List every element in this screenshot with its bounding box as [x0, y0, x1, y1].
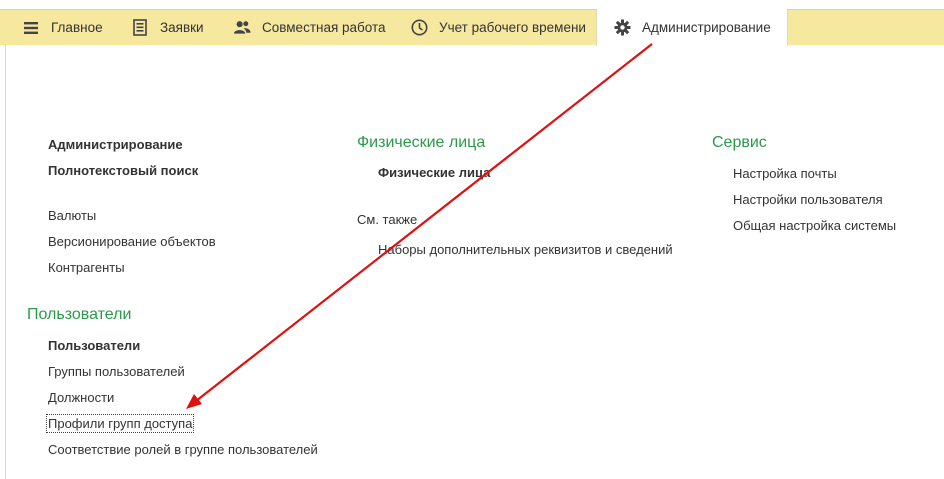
- link-counterparties[interactable]: Контрагенты: [48, 260, 125, 275]
- see-also-label: См. также: [357, 212, 418, 227]
- clock-icon: [410, 19, 428, 37]
- users-icon: [233, 19, 251, 37]
- link-access-group-profiles[interactable]: Профили групп доступа: [45, 414, 195, 433]
- tab-label: Заявки: [160, 20, 204, 35]
- tab-administration[interactable]: Администрирование: [596, 9, 788, 46]
- link-fulltext-search[interactable]: Полнотекстовый поиск: [48, 163, 198, 178]
- section-tab-bar: Главное Заявки Совместная работа Учет ра…: [0, 9, 944, 46]
- link-role-mapping[interactable]: Соответствие ролей в группе пользователе…: [48, 442, 318, 457]
- link-mail-settings[interactable]: Настройка почты: [733, 166, 837, 181]
- section-header-users: Пользователи: [27, 306, 132, 323]
- link-persons[interactable]: Физические лица: [378, 165, 490, 180]
- content-left-border: [5, 44, 6, 479]
- link-user-groups[interactable]: Группы пользователей: [48, 364, 185, 379]
- tab-label: Совместная работа: [262, 20, 386, 35]
- tab-label: Учет рабочего времени: [439, 20, 586, 35]
- link-currencies[interactable]: Валюты: [48, 208, 96, 223]
- tab-label: Администрирование: [642, 20, 771, 35]
- tab-time-tracking[interactable]: Учет рабочего времени: [410, 10, 586, 45]
- link-object-versioning[interactable]: Версионирование объектов: [48, 234, 216, 249]
- link-system-settings[interactable]: Общая настройка системы: [733, 218, 896, 233]
- link-user-settings[interactable]: Настройки пользователя: [733, 192, 883, 207]
- tab-main[interactable]: Главное: [22, 10, 103, 45]
- tab-label: Главное: [51, 20, 103, 35]
- section-header-persons: Физические лица: [357, 134, 486, 151]
- section-header-service: Сервис: [712, 134, 767, 151]
- tab-collaboration[interactable]: Совместная работа: [233, 10, 386, 45]
- link-users[interactable]: Пользователи: [48, 338, 140, 353]
- document-icon: [131, 19, 149, 37]
- link-attribute-sets[interactable]: Наборы дополнительных реквизитов и сведе…: [378, 242, 673, 257]
- gear-icon: [613, 19, 631, 37]
- menu-icon: [22, 19, 40, 37]
- link-administration[interactable]: Администрирование: [48, 137, 183, 152]
- tab-requests[interactable]: Заявки: [131, 10, 204, 45]
- link-positions[interactable]: Должности: [48, 390, 114, 405]
